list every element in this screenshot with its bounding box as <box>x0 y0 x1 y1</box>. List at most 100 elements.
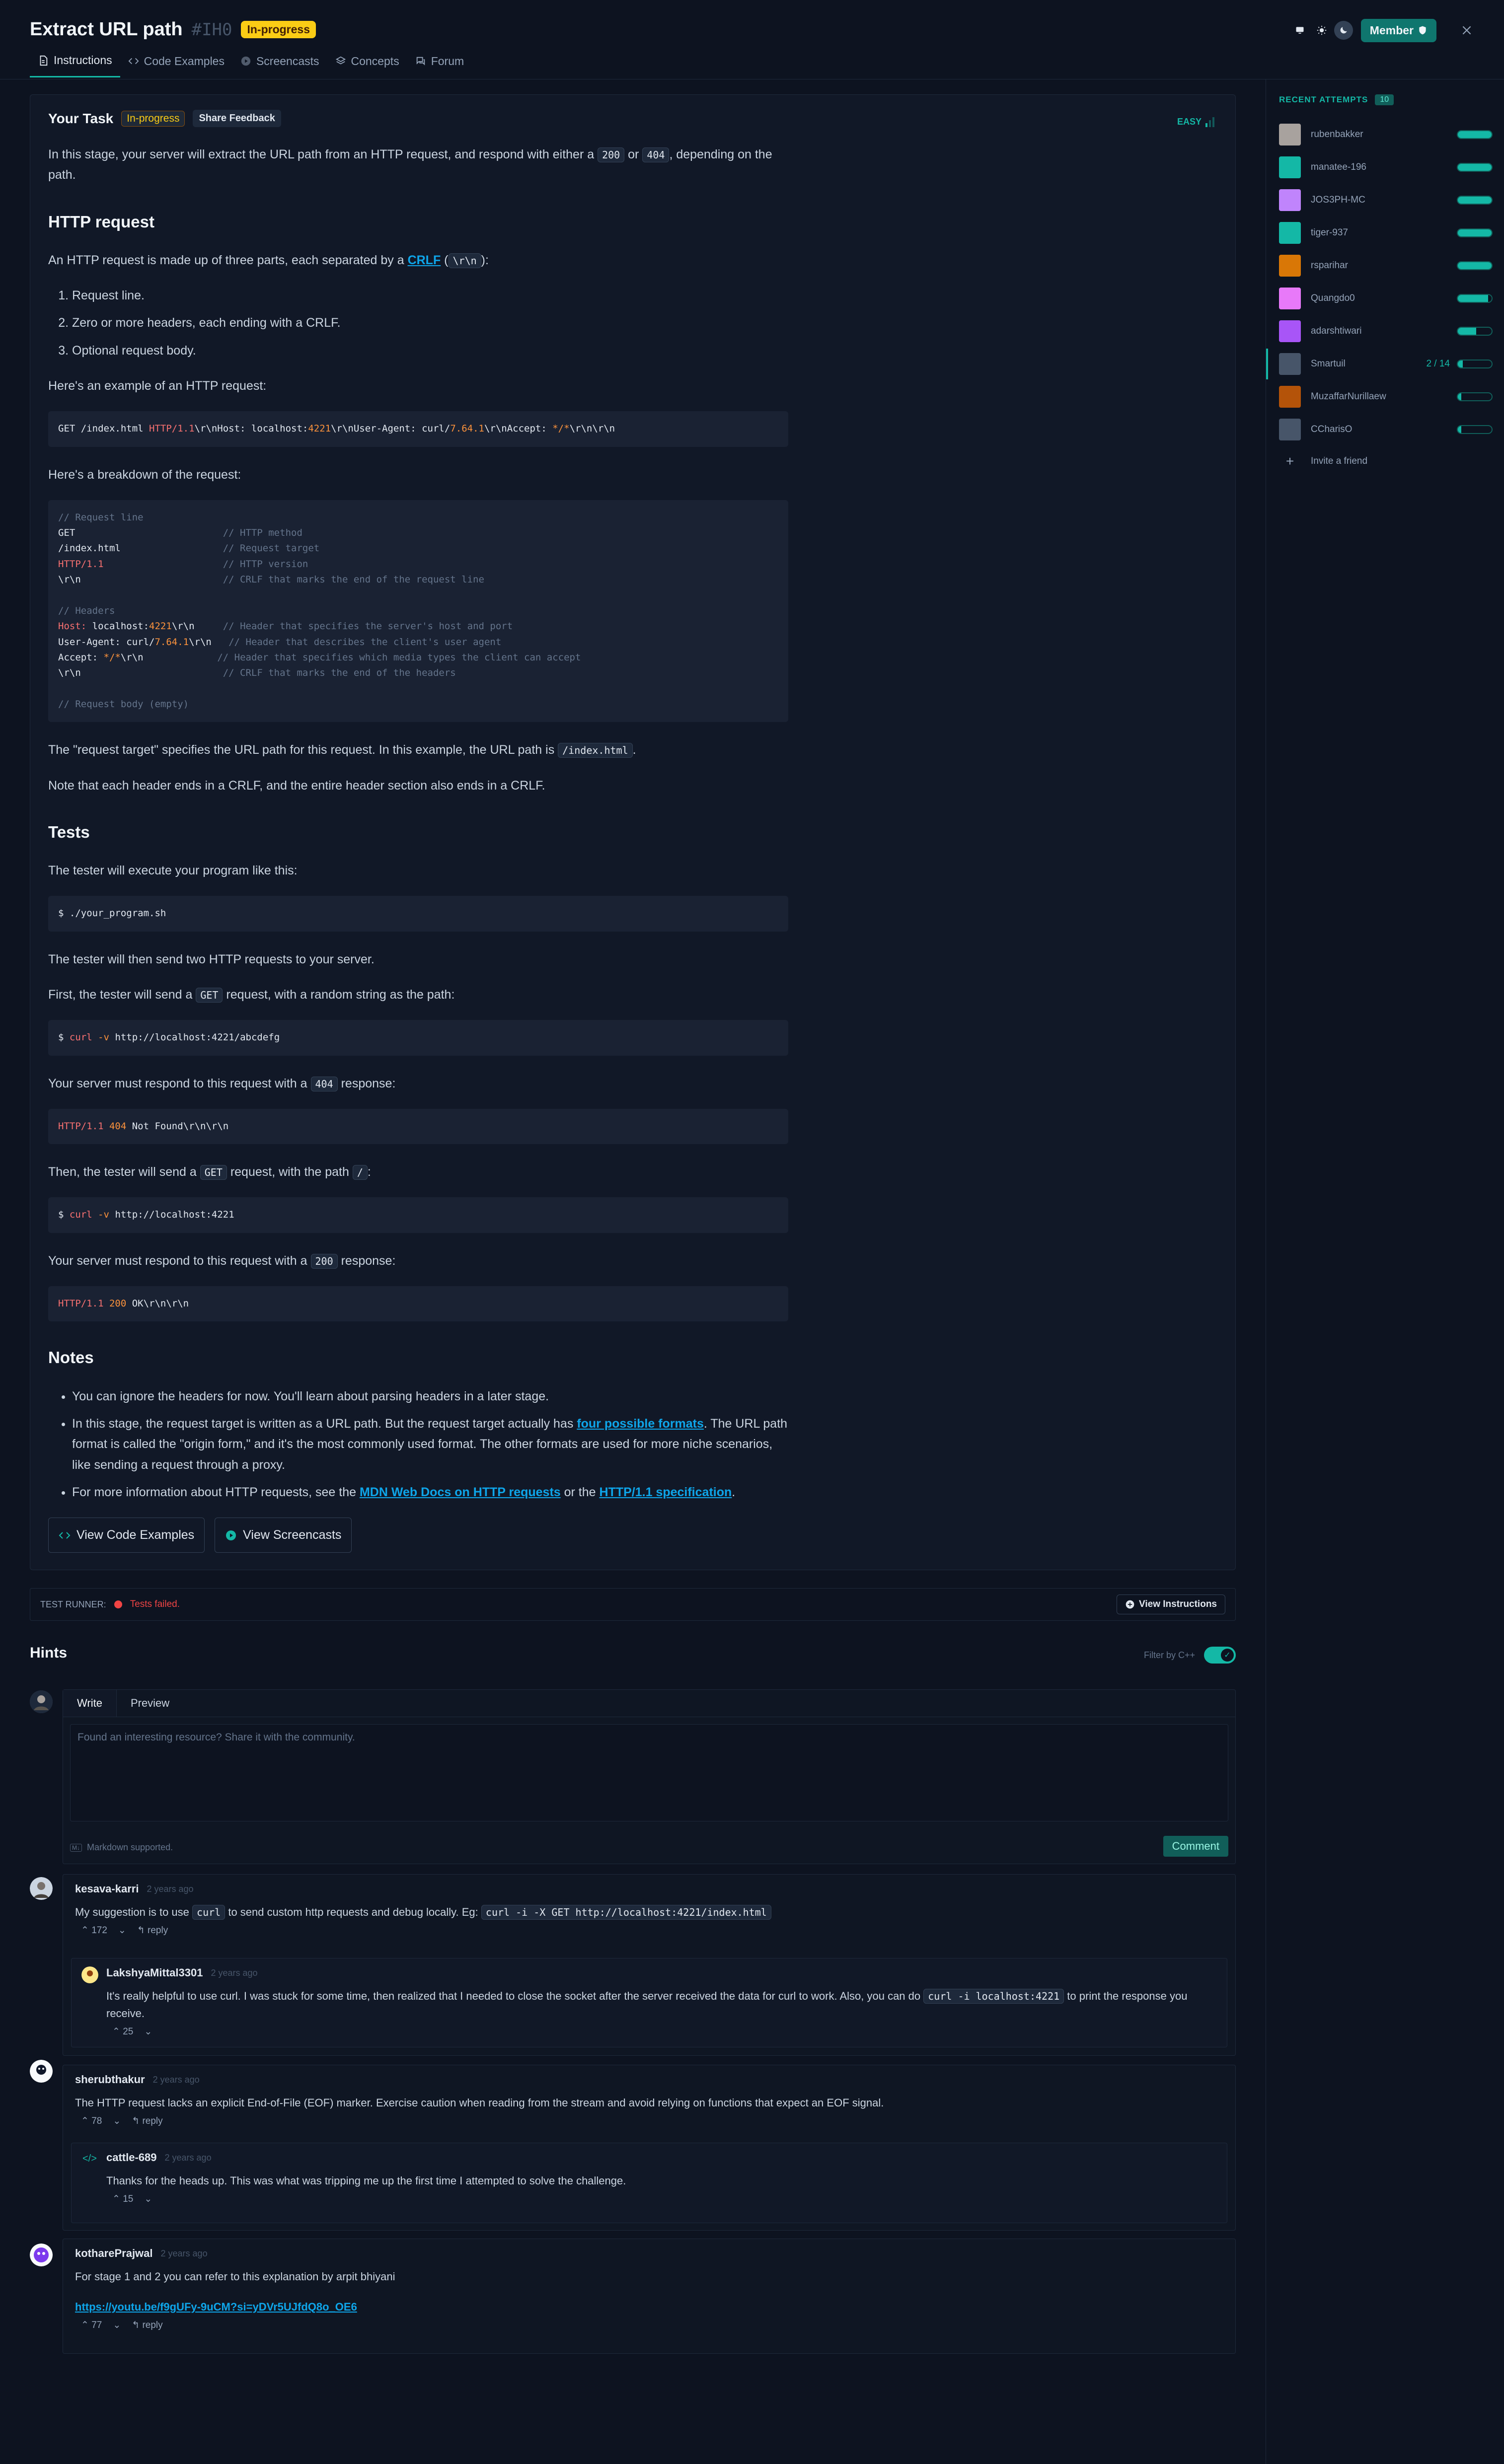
comment-user[interactable]: LakshyaMittal3301 <box>106 1966 203 1979</box>
desktop-icon[interactable] <box>1290 21 1309 40</box>
progress-bar <box>1457 327 1493 336</box>
tab-forum[interactable]: Forum <box>407 51 472 77</box>
code-block-run: $ ./your_program.sh <box>48 896 788 932</box>
document-icon <box>40 55 48 66</box>
page-header: Extract URL path #IH0 In-progress Instru… <box>0 0 1504 79</box>
downvote-icon[interactable]: ⌄ <box>144 2026 152 2037</box>
view-screencasts-button[interactable]: View Screencasts <box>215 1518 352 1553</box>
attempt-row[interactable]: CCharisO <box>1279 417 1493 442</box>
sun-icon[interactable] <box>1312 21 1331 40</box>
instructions-card: Your Task In-progress Share Feedback EAS… <box>30 94 1236 1570</box>
upvote-button[interactable]: ⌃ 77 <box>81 2319 102 2331</box>
tab-code-examples[interactable]: Code Examples <box>120 51 232 77</box>
progress-bar <box>1457 392 1493 401</box>
avatar <box>1279 189 1301 211</box>
inline-code: 404 <box>642 147 670 162</box>
inline-code: curl -i localhost:4221 <box>923 1989 1064 2004</box>
upvote-button[interactable]: ⌃ 78 <box>81 2115 102 2127</box>
upvote-button[interactable]: ⌃ 15 <box>112 2193 133 2205</box>
reply-button[interactable]: ↰ reply <box>132 2319 162 2331</box>
avatar <box>1279 353 1301 375</box>
attempt-row[interactable]: rsparihar <box>1279 253 1493 278</box>
comment-time: 2 years ago <box>152 2074 200 2085</box>
share-feedback-button[interactable]: Share Feedback <box>193 110 281 127</box>
button-label: View Instructions <box>1139 1599 1217 1609</box>
inline-code: curl -i -X GET http://localhost:4221/ind… <box>481 1905 771 1920</box>
upvote-button[interactable]: ⌃ 25 <box>112 2026 133 2037</box>
attempt-row[interactable]: JOS3PH-MC <box>1279 188 1493 213</box>
downvote-icon[interactable]: ⌄ <box>113 2115 121 2127</box>
avatar <box>30 1877 53 1900</box>
comment-user[interactable]: kesava-karri <box>75 1883 139 1895</box>
example-paragraph: Here's an example of an HTTP request: <box>48 378 267 393</box>
task-title: Your Task <box>48 110 114 126</box>
tab-screencasts[interactable]: Screencasts <box>232 51 327 77</box>
attempt-user: MuzaffarNurillaew <box>1311 391 1386 402</box>
progress-bar <box>1457 228 1493 237</box>
view-instructions-button[interactable]: View Instructions <box>1117 1594 1225 1614</box>
filter-switch[interactable]: ✓ <box>1204 1647 1236 1664</box>
attempt-user: Smartuil <box>1311 359 1346 369</box>
attempt-row[interactable]: rubenbakker <box>1279 122 1493 147</box>
reply-button[interactable]: ↰ reply <box>132 2115 162 2127</box>
attempt-row[interactable]: MuzaffarNurillaew <box>1279 384 1493 409</box>
comment-textarea[interactable]: Found an interesting resource? Share it … <box>70 1724 1228 1821</box>
attempt-row[interactable]: manatee-196 <box>1279 155 1493 180</box>
tab-write[interactable]: Write <box>63 1690 117 1717</box>
comment-editor: Write Preview Found an interesting resou… <box>63 1689 1236 1864</box>
attempt-row[interactable]: tiger-937 <box>1279 220 1493 245</box>
downvote-icon[interactable]: ⌄ <box>144 2193 152 2205</box>
target-paragraph: The "request target" specifies the URL p… <box>48 743 636 758</box>
inline-code: 200 <box>598 147 625 162</box>
code-block-example: GET /index.html HTTP/1.1\r\nHost: localh… <box>48 411 788 447</box>
crlf-link[interactable]: CRLF <box>408 253 441 267</box>
theme-switcher <box>1290 21 1353 40</box>
youtube-link[interactable]: https://youtu.be/f9gUFy-9uCM?si=yDVr5UJf… <box>75 2301 357 2313</box>
recent-attempts-title: RECENT ATTEMPTS <box>1279 95 1368 104</box>
moon-icon[interactable] <box>1334 21 1353 40</box>
attempt-user: CCharisO <box>1311 424 1353 435</box>
downvote-icon[interactable]: ⌄ <box>118 1925 126 1936</box>
play-icon <box>241 56 251 66</box>
http-spec-link[interactable]: HTTP/1.1 specification <box>600 1485 732 1499</box>
inline-code: / <box>352 1165 368 1180</box>
invite-friend-button[interactable]: + Invite a friend <box>1279 449 1493 474</box>
tests-paragraph: The tester will then send two HTTP reque… <box>48 952 375 966</box>
title-row: Extract URL path #IH0 In-progress <box>30 19 316 40</box>
invite-label: Invite a friend <box>1311 456 1368 466</box>
reply-button[interactable]: ↰ reply <box>137 1925 168 1936</box>
code-icon <box>59 1532 71 1539</box>
downvote-icon[interactable]: ⌄ <box>113 2319 121 2331</box>
tests-paragraph: Then, the tester will send a GET request… <box>48 1165 371 1180</box>
comment-user[interactable]: sherubthakur <box>75 2073 145 2086</box>
comment-user[interactable]: cattle-689 <box>106 2151 157 2164</box>
tab-preview[interactable]: Preview <box>117 1690 183 1717</box>
inline-code: /index.html <box>558 743 633 758</box>
tab-concepts[interactable]: Concepts <box>327 51 407 77</box>
status-badge: In-progress <box>241 21 316 38</box>
attempt-row[interactable]: adarshtiwari <box>1279 319 1493 344</box>
tab-label: Screencasts <box>256 54 319 68</box>
comment-button[interactable]: Comment <box>1163 1836 1228 1857</box>
list-item: For more information about HTTP requests… <box>72 1482 788 1503</box>
view-code-examples-button[interactable]: View Code Examples <box>48 1518 205 1553</box>
close-icon[interactable] <box>1454 18 1479 43</box>
notes-list: You can ignore the headers for now. You'… <box>48 1386 788 1503</box>
tab-label: Concepts <box>351 54 399 68</box>
code-block-200: HTTP/1.1 200 OK\r\n\r\n <box>48 1286 788 1322</box>
attempt-row[interactable]: Smartuil 2 / 14 <box>1266 349 1493 379</box>
mdn-link[interactable]: MDN Web Docs on HTTP requests <box>360 1485 561 1499</box>
check-icon: ✓ <box>1221 1649 1234 1662</box>
tab-instructions[interactable]: Instructions <box>30 51 120 77</box>
markdown-icon: M↓ <box>70 1843 82 1852</box>
code-block-curl-random: $ curl -v http://localhost:4221/abcdefg <box>48 1020 788 1056</box>
attempt-row[interactable]: Quangdo0 <box>1279 286 1493 311</box>
comment-user[interactable]: kotharePrajwal <box>75 2247 153 2260</box>
four-formats-link[interactable]: four possible formats <box>577 1417 704 1431</box>
comment-actions: ⌃ 15 ⌄ <box>72 2189 1227 2212</box>
member-button[interactable]: Member <box>1360 18 1436 42</box>
upvote-button[interactable]: ⌃ 172 <box>81 1925 107 1936</box>
avatar <box>1279 288 1301 309</box>
task-status-badge: In-progress <box>121 110 185 127</box>
comment-actions: ⌃ 77 ⌄ ↰ reply <box>63 2316 1235 2338</box>
